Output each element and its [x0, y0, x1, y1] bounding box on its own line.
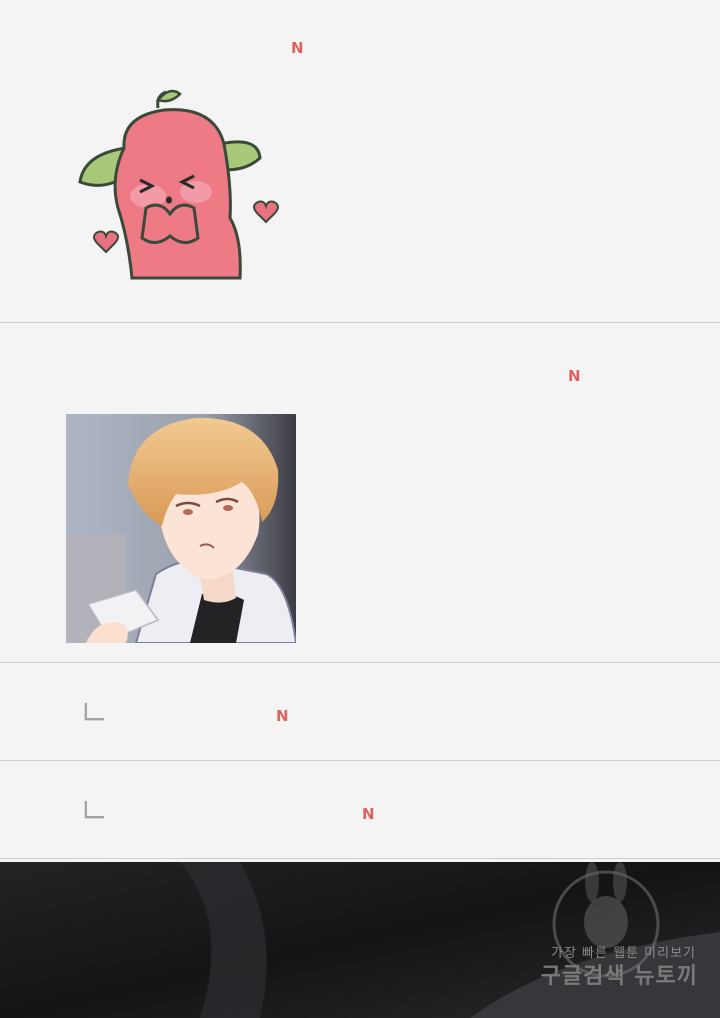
- new-badge: N: [568, 367, 581, 385]
- new-badge: N: [276, 707, 289, 725]
- new-badge: N: [362, 805, 375, 823]
- reply-item: N: [0, 663, 720, 760]
- sticker-image[interactable]: [74, 88, 280, 284]
- divider: [0, 858, 720, 859]
- reply-arrow-icon: [84, 800, 104, 819]
- character-thumbnail-icon: [66, 414, 296, 643]
- comment-item: N: [0, 0, 720, 322]
- comment-item: N: [0, 323, 720, 662]
- reply-arrow-icon: [84, 702, 104, 721]
- watermark-title: 구글검색 뉴토끼: [540, 964, 698, 989]
- dark-panel-art: [0, 862, 720, 1018]
- reply-item: N: [0, 761, 720, 858]
- pink-mascot-sticker-icon: [78, 89, 279, 280]
- comic-panel: 가장 빠른 웹툰 미리보기 구글검색 뉴토끼: [0, 862, 720, 1018]
- comment-image[interactable]: [66, 414, 296, 643]
- new-badge: N: [291, 39, 304, 57]
